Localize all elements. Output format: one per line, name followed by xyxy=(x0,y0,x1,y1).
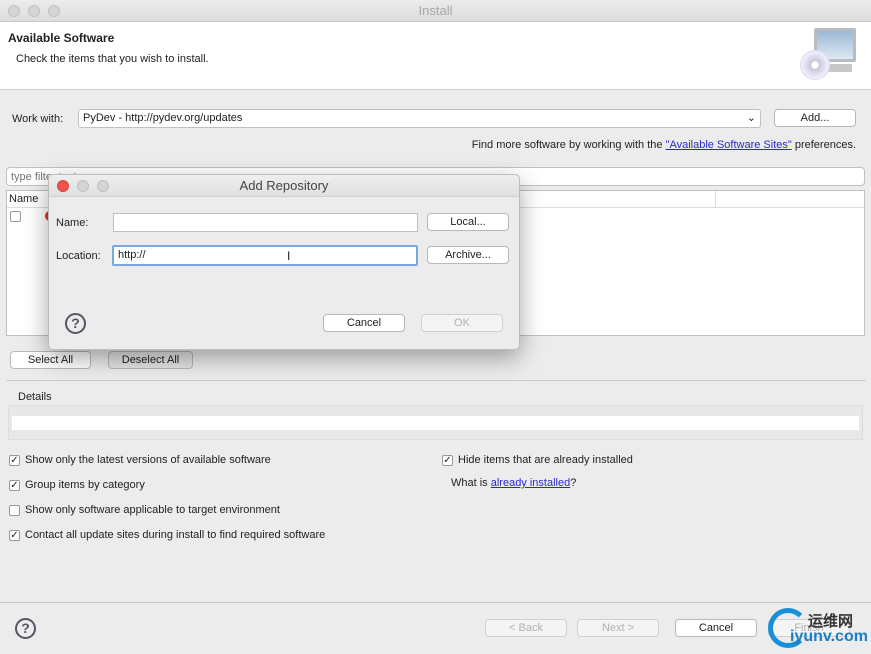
dialog-help-icon[interactable]: ? xyxy=(65,313,86,334)
watermark-logo: 运维网 iyunv.com xyxy=(768,606,868,652)
header-panel: Available Software Check the items that … xyxy=(0,22,871,90)
hide-installed-label: Hide items that are already installed xyxy=(458,454,633,466)
deselect-all-button[interactable]: Deselect All xyxy=(108,351,193,369)
name-input[interactable] xyxy=(113,213,418,232)
option-applicable-label: Show only software applicable to target … xyxy=(25,504,280,516)
name-label: Name: xyxy=(56,217,89,229)
hide-installed-checkbox[interactable]: ✓ xyxy=(442,455,453,466)
dialog-title: Add Repository xyxy=(239,178,329,193)
work-with-combo[interactable]: PyDev - http://pydev.org/updates ⌄ xyxy=(78,109,761,128)
option-latest-label: Show only the latest versions of availab… xyxy=(25,454,271,466)
back-button[interactable]: < Back xyxy=(485,619,567,637)
details-panel xyxy=(8,405,863,440)
close-button[interactable] xyxy=(8,5,20,17)
dialog-cancel-button[interactable]: Cancel xyxy=(323,314,405,332)
already-installed-link[interactable]: already installed xyxy=(491,477,571,489)
watermark-domain: iyunv.com xyxy=(790,628,868,645)
sites-hint: Find more software by working with the "… xyxy=(472,139,856,151)
page-title: Available Software xyxy=(8,31,115,45)
page-subtitle: Check the items that you wish to install… xyxy=(16,53,209,65)
details-text xyxy=(12,416,859,430)
dialog-close-button[interactable] xyxy=(57,180,69,192)
select-all-button[interactable]: Select All xyxy=(10,351,91,369)
location-input[interactable]: http:// xyxy=(112,245,418,266)
column-name[interactable]: Name xyxy=(9,193,38,205)
help-icon[interactable]: ? xyxy=(15,618,36,639)
local-button[interactable]: Local... xyxy=(427,213,509,231)
details-label: Details xyxy=(18,391,52,403)
cancel-button[interactable]: Cancel xyxy=(675,619,757,637)
what-is-suffix: ? xyxy=(570,477,577,489)
next-button[interactable]: Next > xyxy=(577,619,659,637)
option-latest-checkbox[interactable]: ✓ xyxy=(9,455,20,466)
hint-suffix: preferences. xyxy=(791,139,856,151)
minimize-button[interactable] xyxy=(28,5,40,17)
option-group-label: Group items by category xyxy=(25,479,145,491)
dialog-zoom-button[interactable] xyxy=(97,180,109,192)
option-group-checkbox[interactable]: ✓ xyxy=(9,480,20,491)
window-titlebar: Install xyxy=(0,0,871,22)
what-is-text: What is already installed? xyxy=(451,477,576,489)
dialog-titlebar: Add Repository xyxy=(49,175,519,197)
option-applicable-checkbox[interactable] xyxy=(9,505,20,516)
option-contact-checkbox[interactable]: ✓ xyxy=(9,530,20,541)
work-with-value: PyDev - http://pydev.org/updates xyxy=(83,112,243,124)
chevron-down-icon: ⌄ xyxy=(746,112,756,124)
add-site-button[interactable]: Add... xyxy=(774,109,856,127)
install-computer-icon xyxy=(800,26,860,84)
add-repository-dialog: Add Repository Name: Local... Location: … xyxy=(48,174,520,350)
table-row-checkbox[interactable] xyxy=(10,211,21,222)
option-contact-label: Contact all update sites during install … xyxy=(25,529,326,541)
zoom-button[interactable] xyxy=(48,5,60,17)
archive-button[interactable]: Archive... xyxy=(427,246,509,264)
hint-text: Find more software by working with the xyxy=(471,139,666,151)
available-sites-link[interactable]: "Available Software Sites" xyxy=(666,139,792,151)
window-title: Install xyxy=(418,3,453,18)
dialog-minimize-button[interactable] xyxy=(77,180,89,192)
location-label: Location: xyxy=(56,250,101,262)
work-with-label: Work with: xyxy=(12,113,64,125)
text-cursor-icon: I xyxy=(287,249,291,263)
dialog-ok-button[interactable]: OK xyxy=(421,314,503,332)
what-is-prefix: What is xyxy=(451,477,491,489)
